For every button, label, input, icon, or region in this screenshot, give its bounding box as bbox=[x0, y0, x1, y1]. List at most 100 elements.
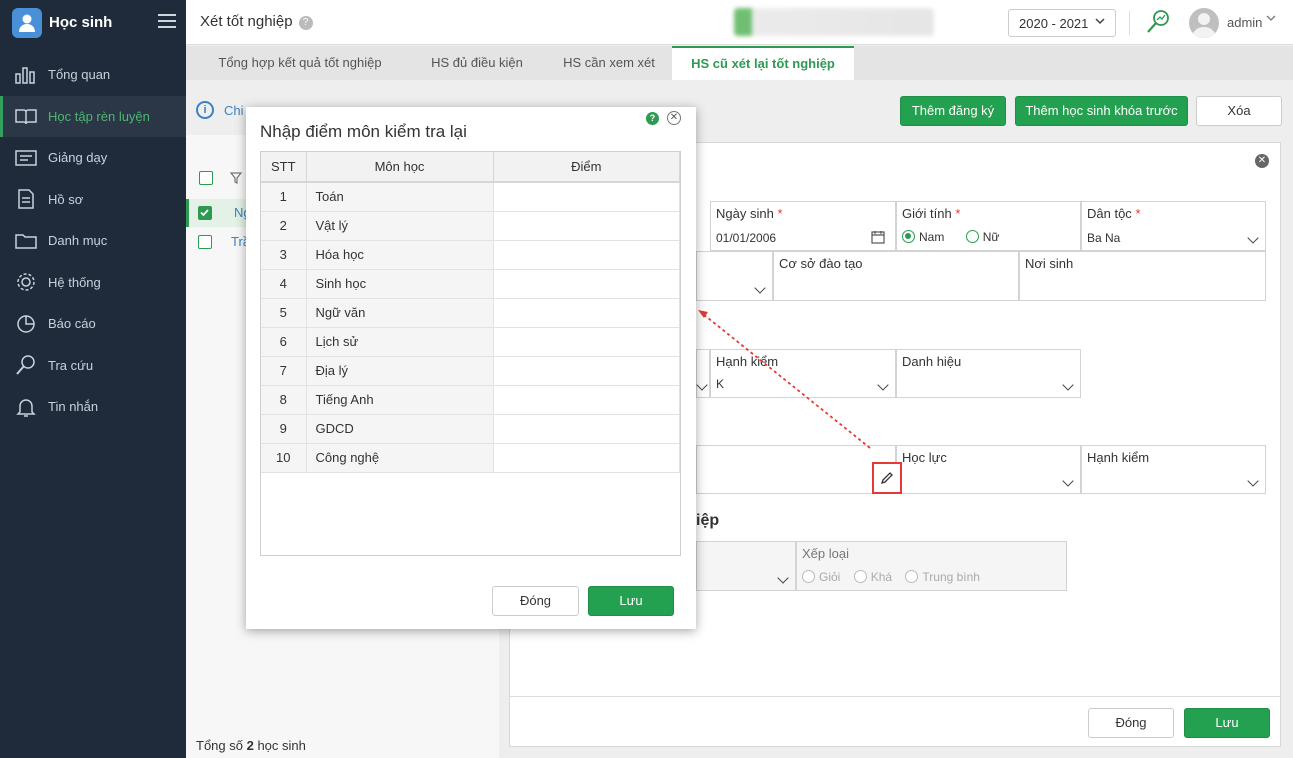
row-stt: 8 bbox=[261, 385, 307, 415]
row-checkbox[interactable] bbox=[198, 235, 212, 249]
tab-hs-cu-xet-lai[interactable]: HS cũ xét lại tốt nghiệp bbox=[672, 46, 854, 80]
row-stt: 5 bbox=[261, 298, 307, 328]
pie-chart-icon bbox=[14, 313, 38, 335]
user-name[interactable]: admin bbox=[1227, 15, 1262, 30]
calendar-icon[interactable] bbox=[871, 230, 885, 247]
help-icon[interactable]: ? bbox=[646, 112, 659, 125]
app-name: Học sinh bbox=[49, 14, 113, 31]
partial-select[interactable] bbox=[696, 349, 710, 398]
save-button[interactable]: Lưu bbox=[1184, 708, 1270, 738]
score-input[interactable] bbox=[493, 356, 680, 386]
sidebar-item-ho-so[interactable]: Hồ sơ bbox=[0, 179, 186, 221]
school-year-select[interactable]: 2020 - 2021 bbox=[1008, 9, 1116, 37]
page-title: Xét tốt nghiệp? bbox=[200, 13, 313, 30]
row-checkbox[interactable] bbox=[198, 206, 212, 220]
search-icon bbox=[14, 354, 38, 376]
score-field[interactable] bbox=[696, 445, 896, 494]
delete-button[interactable]: Xóa bbox=[1196, 96, 1282, 126]
partial-select[interactable] bbox=[696, 541, 796, 591]
close-icon[interactable]: ✕ bbox=[667, 111, 681, 125]
tab-tong-hop-ket-qua[interactable]: Tổng hợp kết quả tốt nghiệp bbox=[200, 46, 400, 80]
sidebar-item-bao-cao[interactable]: Báo cáo bbox=[0, 303, 186, 345]
chevron-down-icon bbox=[1247, 475, 1259, 487]
filter-icon[interactable] bbox=[229, 172, 243, 187]
sidebar-item-danh-muc[interactable]: Danh mục bbox=[0, 220, 186, 262]
sidebar-nav: Tổng quan Học tập rèn luyện Giảng dạy Hồ… bbox=[0, 54, 186, 428]
row-subject: GDCD bbox=[306, 414, 494, 444]
chevron-down-icon bbox=[754, 282, 766, 294]
field-label: Ngày sinh * bbox=[716, 206, 783, 221]
student-logo-icon bbox=[12, 7, 42, 38]
conduct-select[interactable]: Hạnh kiểm K bbox=[710, 349, 896, 398]
tab-hs-du-dieu-kien[interactable]: HS đủ điều kiện bbox=[412, 46, 542, 80]
row-stt: 10 bbox=[261, 443, 307, 473]
gender-female-radio[interactable] bbox=[965, 230, 979, 243]
rank-average-radio[interactable] bbox=[905, 570, 919, 583]
gear-icon bbox=[14, 271, 38, 293]
score-input[interactable] bbox=[493, 211, 680, 241]
score-input[interactable] bbox=[493, 443, 680, 473]
sidebar-item-tin-nhan[interactable]: Tin nhắn bbox=[0, 386, 186, 428]
birthplace-field[interactable]: Nơi sinh bbox=[1019, 251, 1266, 301]
score-input[interactable] bbox=[493, 414, 680, 444]
score-input[interactable] bbox=[493, 327, 680, 357]
score-input[interactable] bbox=[493, 269, 680, 299]
bar-chart-icon bbox=[14, 64, 38, 86]
rank-field: Xếp loại Giỏi Khá Trung bình bbox=[796, 541, 1067, 591]
chevron-down-icon bbox=[777, 572, 789, 584]
row-stt: 6 bbox=[261, 327, 307, 357]
add-previous-student-button[interactable]: Thêm học sinh khóa trước bbox=[1015, 96, 1188, 126]
sidebar: Học sinh Tổng quan Học tập rèn luyện Giả… bbox=[0, 0, 186, 758]
table-row: 9 GDCD bbox=[261, 414, 680, 444]
sidebar-item-hoc-tap-ren-luyen[interactable]: Học tập rèn luyện bbox=[0, 95, 186, 137]
help-icon[interactable]: ? bbox=[298, 15, 313, 30]
column-header-score: Điểm bbox=[493, 152, 680, 183]
sidebar-item-giang-day[interactable]: Giảng dạy bbox=[0, 137, 186, 179]
dialog-save-button[interactable]: Lưu bbox=[588, 586, 674, 616]
chevron-down-icon bbox=[696, 379, 708, 391]
dialog-close-button[interactable]: Đóng bbox=[492, 586, 579, 616]
close-icon[interactable]: ✕ bbox=[1255, 154, 1269, 168]
search-chart-icon[interactable] bbox=[1144, 8, 1172, 36]
conduct2-select[interactable]: Hạnh kiểm bbox=[1081, 445, 1266, 494]
total-count: Tổng số 2 học sinh bbox=[196, 738, 306, 753]
table-row: 2 Vật lý bbox=[261, 211, 680, 241]
avatar[interactable] bbox=[1189, 8, 1219, 38]
sidebar-item-label: Học tập rèn luyện bbox=[48, 108, 150, 124]
row-subject: Ngữ văn bbox=[306, 298, 494, 328]
detail-link[interactable]: Chi tiết bbox=[224, 103, 248, 118]
academic-select[interactable]: Học lực bbox=[896, 445, 1081, 494]
chevron-down-icon bbox=[877, 379, 889, 391]
partial-select[interactable] bbox=[696, 251, 773, 301]
table-row: 8 Tiếng Anh bbox=[261, 385, 680, 415]
retest-score-dialog: Nhập điểm môn kiểm tra lại ? ✕ STT Môn h… bbox=[246, 107, 696, 629]
score-input[interactable] bbox=[493, 182, 680, 212]
tab-hs-can-xem-xet[interactable]: HS cần xem xét bbox=[550, 46, 668, 80]
rank-good-radio[interactable] bbox=[802, 570, 815, 583]
add-register-button[interactable]: Thêm đăng ký bbox=[900, 96, 1006, 126]
menu-toggle-icon[interactable] bbox=[158, 12, 176, 30]
row-subject: Sinh học bbox=[306, 269, 494, 299]
column-header-subject: Môn học bbox=[306, 152, 494, 183]
rank-options: Giỏi Khá Trung bình bbox=[802, 570, 980, 584]
sidebar-item-label: Hệ thống bbox=[48, 274, 101, 290]
ethnic-select[interactable]: Dân tộc * Ba Na bbox=[1081, 201, 1266, 251]
score-input[interactable] bbox=[493, 298, 680, 328]
dialog-title: Nhập điểm môn kiểm tra lại bbox=[260, 122, 467, 141]
sidebar-item-tra-cuu[interactable]: Tra cứu bbox=[0, 345, 186, 387]
edit-score-button[interactable] bbox=[872, 462, 902, 494]
sidebar-item-he-thong[interactable]: Hệ thống bbox=[0, 262, 186, 304]
score-input[interactable] bbox=[493, 385, 680, 415]
score-input[interactable] bbox=[493, 240, 680, 270]
chevron-down-icon[interactable] bbox=[1265, 12, 1277, 27]
close-button[interactable]: Đóng bbox=[1088, 708, 1174, 738]
school-field[interactable]: Cơ sở đào tạo bbox=[773, 251, 1019, 301]
sidebar-item-tong-quan[interactable]: Tổng quan bbox=[0, 54, 186, 96]
dob-field[interactable]: Ngày sinh * 01/01/2006 bbox=[710, 201, 896, 251]
rank-fair-radio[interactable] bbox=[853, 570, 867, 583]
gender-male-radio[interactable] bbox=[902, 230, 915, 243]
book-icon bbox=[14, 105, 38, 127]
select-all-checkbox[interactable] bbox=[199, 171, 213, 185]
row-subject: Tiếng Anh bbox=[306, 385, 494, 415]
title-select[interactable]: Danh hiệu bbox=[896, 349, 1081, 398]
